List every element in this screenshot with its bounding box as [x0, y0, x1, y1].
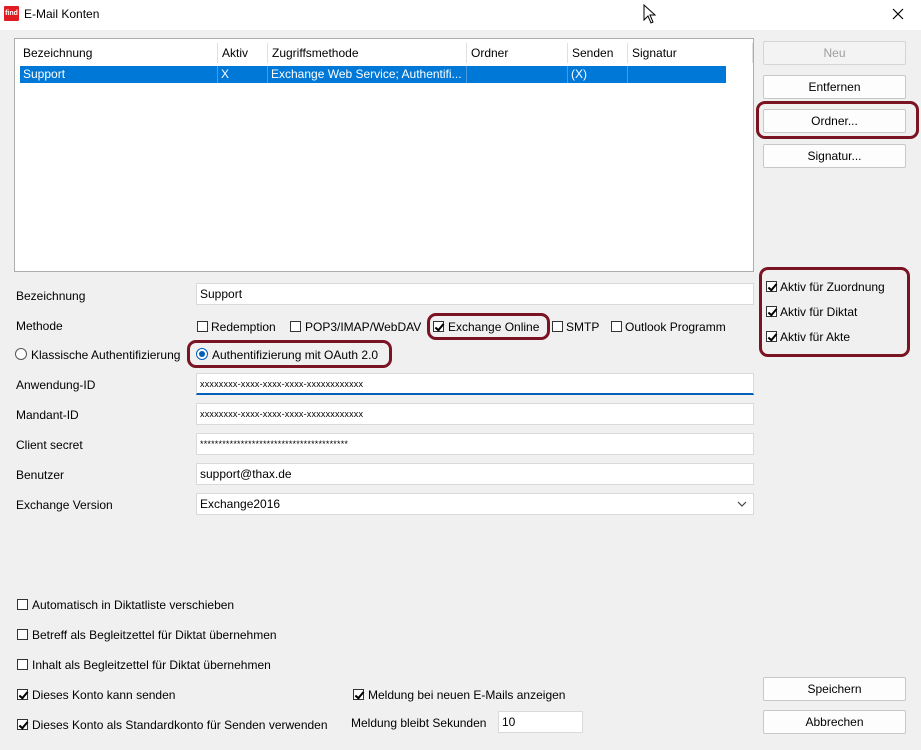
option-auto-move-checkbox[interactable] — [17, 599, 28, 610]
anwendung-id-input[interactable]: xxxxxxxx-xxxx-xxxx-xxxx-xxxxxxxxxxxx — [196, 373, 754, 395]
option-subject-checkbox[interactable] — [17, 629, 28, 640]
notify-new-mail-checkbox[interactable] — [353, 689, 364, 700]
method-pop3-checkbox[interactable] — [290, 321, 301, 332]
method-redemption-label: Redemption — [211, 320, 276, 334]
cell-bezeichnung: Support — [23, 67, 66, 81]
exchange-version-select[interactable]: Exchange2016 — [196, 493, 754, 515]
notify-new-mail-label: Meldung bei neuen E-Mails anzeigen — [368, 688, 566, 702]
flag-akte-label: Aktiv für Akte — [780, 330, 851, 344]
option-content-label: Inhalt als Begleitzettel für Diktat über… — [32, 658, 271, 672]
bezeichnung-input[interactable]: Support — [196, 283, 754, 305]
window-title: E-Mail Konten — [24, 7, 100, 21]
notify-seconds-input[interactable]: 10 — [498, 711, 583, 733]
table-row[interactable]: Support X Exchange Web Service; Authenti… — [20, 66, 726, 83]
notify-seconds-label: Meldung bleibt Sekunden — [351, 716, 487, 730]
client-secret-label: Client secret — [16, 438, 83, 452]
method-outlook-label: Outlook Programm — [625, 320, 726, 334]
mandant-id-label: Mandant-ID — [16, 408, 79, 422]
close-icon — [892, 8, 904, 20]
mouse-cursor-icon — [643, 3, 657, 27]
option-subject-label: Betreff als Begleitzettel für Diktat übe… — [32, 628, 277, 642]
method-pop3-label: POP3/IMAP/WebDAV — [305, 320, 422, 334]
chevron-down-icon — [737, 501, 747, 507]
method-exchange-online-label: Exchange Online — [448, 320, 540, 334]
anwendung-id-label: Anwendung-ID — [16, 378, 96, 392]
new-button[interactable]: Neu — [763, 41, 906, 65]
cell-ordner — [466, 66, 567, 83]
auth-classic-label: Klassische Authentifizierung — [31, 348, 181, 362]
cell-zugriffsmethode: Exchange Web Service; Authentifi... — [267, 66, 466, 83]
folder-button[interactable]: Ordner... — [763, 109, 906, 133]
auth-classic-radio[interactable] — [15, 348, 27, 360]
method-outlook-checkbox[interactable] — [611, 321, 622, 332]
option-can-send-label: Dieses Konto kann senden — [32, 688, 176, 702]
column-header-aktiv[interactable]: Aktiv — [217, 43, 267, 63]
methode-label: Methode — [16, 319, 63, 333]
column-header-signatur[interactable]: Signatur — [627, 43, 753, 63]
flag-diktat-checkbox[interactable] — [766, 306, 777, 317]
client-secret-input[interactable]: **************************************** — [196, 433, 754, 455]
option-default-send-checkbox[interactable] — [17, 719, 28, 730]
auth-oauth-label: Authentifizierung mit OAuth 2.0 — [212, 348, 379, 362]
flag-zuordnung-checkbox[interactable] — [766, 281, 777, 292]
cell-signatur — [627, 66, 726, 83]
close-button[interactable] — [881, 2, 915, 26]
option-auto-move-label: Automatisch in Diktatliste verschieben — [32, 598, 235, 612]
method-smtp-label: SMTP — [566, 320, 600, 334]
option-can-send-checkbox[interactable] — [17, 689, 28, 700]
column-header-senden[interactable]: Senden — [567, 43, 627, 63]
flag-akte-checkbox[interactable] — [766, 331, 777, 342]
column-header-bezeichnung[interactable]: Bezeichnung — [19, 43, 218, 63]
save-button[interactable]: Speichern — [763, 677, 906, 701]
mandant-id-input[interactable]: xxxxxxxx-xxxx-xxxx-xxxx-xxxxxxxxxxxx — [196, 403, 754, 425]
exchange-version-value: Exchange2016 — [200, 497, 281, 511]
remove-button[interactable]: Entfernen — [763, 75, 906, 99]
bezeichnung-label: Bezeichnung — [16, 289, 86, 303]
app-find-icon: find — [4, 6, 19, 21]
benutzer-label: Benutzer — [16, 468, 65, 482]
option-content-checkbox[interactable] — [17, 659, 28, 670]
cell-aktiv: X — [217, 66, 267, 83]
signature-button[interactable]: Signatur... — [763, 144, 906, 168]
exchange-version-label: Exchange Version — [16, 498, 113, 512]
account-list[interactable]: Bezeichnung Aktiv Zugriffsmethode Ordner… — [14, 38, 754, 272]
method-exchange-online-checkbox[interactable] — [433, 321, 444, 332]
cancel-button[interactable]: Abbrechen — [763, 710, 906, 734]
auth-oauth-radio[interactable] — [196, 348, 208, 360]
column-header-zugriffsmethode[interactable]: Zugriffsmethode — [267, 43, 466, 63]
cell-senden: (X) — [567, 66, 627, 83]
column-header-ordner[interactable]: Ordner — [466, 43, 568, 63]
flag-zuordnung-label: Aktiv für Zuordnung — [780, 280, 885, 294]
title-bar — [0, 0, 921, 30]
benutzer-input[interactable]: support@thax.de — [196, 463, 754, 485]
method-smtp-checkbox[interactable] — [552, 321, 563, 332]
method-redemption-checkbox[interactable] — [197, 321, 208, 332]
flag-diktat-label: Aktiv für Diktat — [780, 305, 858, 319]
option-default-send-label: Dieses Konto als Standardkonto für Sende… — [32, 718, 328, 732]
